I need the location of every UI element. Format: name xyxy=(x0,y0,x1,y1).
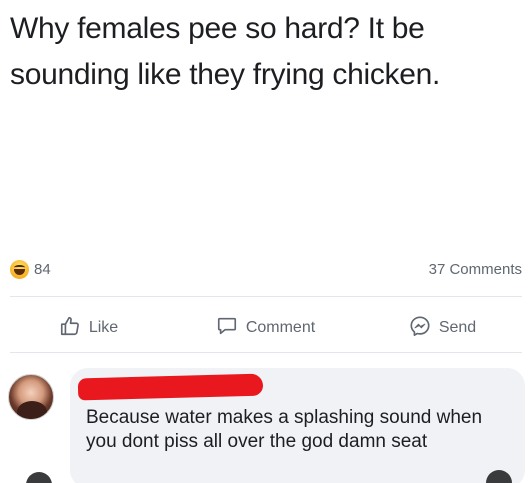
like-button[interactable]: Like xyxy=(0,308,177,348)
like-label: Like xyxy=(88,319,119,336)
send-button[interactable]: Send xyxy=(354,308,531,348)
send-label: Send xyxy=(438,319,477,336)
action-bar: Like Comment Send xyxy=(0,308,531,348)
reaction-count: 84 xyxy=(34,260,51,278)
commenter-avatar[interactable] xyxy=(8,374,54,420)
messenger-icon xyxy=(409,315,431,342)
post-text: Why females pee so hard? It be sounding … xyxy=(10,12,441,91)
facebook-post: Why females pee so hard? It be sounding … xyxy=(0,0,531,483)
thumbs-up-icon xyxy=(59,315,81,342)
comment-text: Because water makes a splashing sound wh… xyxy=(86,407,483,452)
divider xyxy=(10,296,522,297)
comments-count-link[interactable]: 37 Comments xyxy=(429,261,522,278)
post-stats: 84 37 Comments xyxy=(10,257,522,281)
haha-reaction-icon xyxy=(10,259,29,279)
reactions-summary[interactable]: 84 xyxy=(10,259,51,279)
comment: Because water makes a splashing sound wh… xyxy=(0,368,531,483)
speech-bubble-icon xyxy=(216,315,238,342)
comment-button[interactable]: Comment xyxy=(177,308,354,348)
comment-label: Comment xyxy=(245,319,316,336)
divider xyxy=(10,352,522,353)
